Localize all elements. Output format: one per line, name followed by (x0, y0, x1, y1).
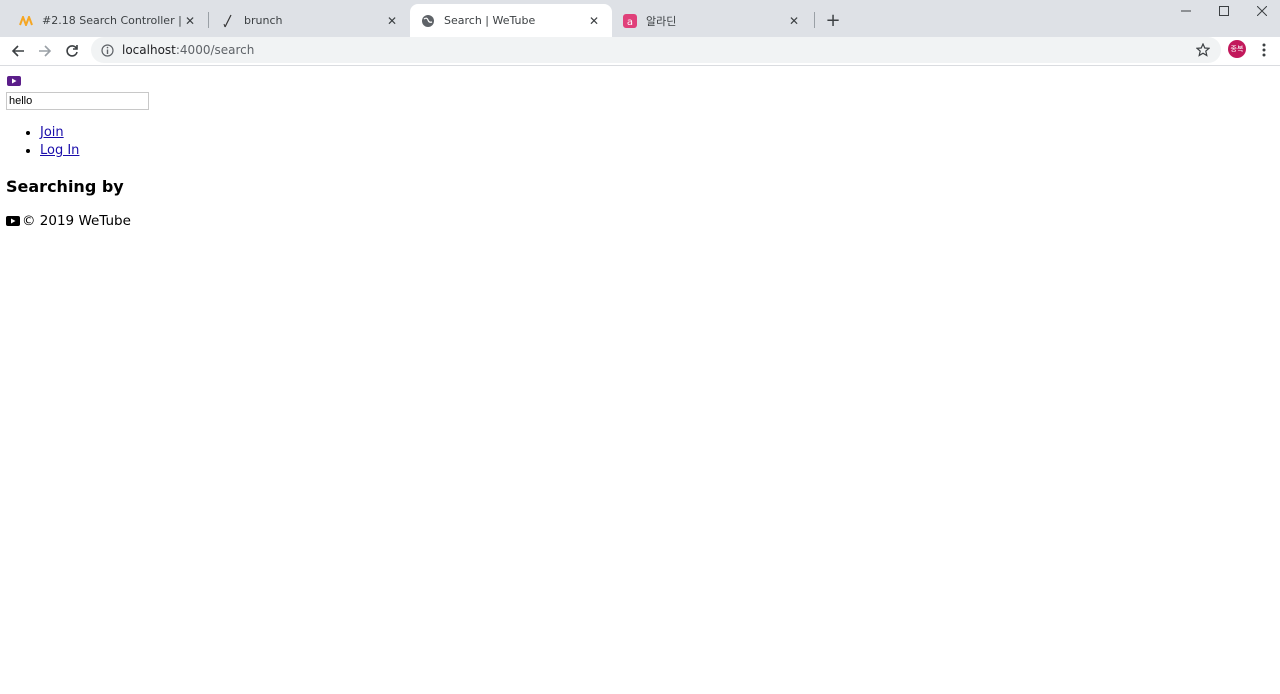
footer: © 2019 WeTube (6, 213, 131, 229)
youtube-icon (6, 216, 20, 226)
url-host: localhost (122, 43, 176, 57)
close-icon[interactable]: ✕ (182, 13, 198, 29)
address-bar[interactable]: localhost:4000/search (91, 37, 1221, 63)
forward-arrow-icon[interactable] (33, 39, 57, 63)
tab-title: Search | WeTube (444, 14, 536, 27)
page-content: Join Log In Searching by © 2019 WeTube (0, 66, 1280, 694)
brunch-pen-icon (220, 13, 236, 29)
svg-text:a: a (627, 17, 633, 28)
nav-list: Join Log In (0, 124, 79, 160)
kebab-menu-icon[interactable] (1256, 40, 1272, 60)
profile-avatar[interactable]: 종복 (1228, 40, 1246, 58)
page-heading: Searching by (6, 177, 124, 196)
back-arrow-icon[interactable] (6, 39, 30, 63)
search-input[interactable] (6, 92, 149, 110)
wetube-logo-icon[interactable] (7, 76, 21, 86)
tab-aladin[interactable]: a 알라딘 ✕ (612, 4, 812, 37)
nav-item-login: Log In (40, 142, 79, 160)
login-link[interactable]: Log In (40, 143, 79, 158)
window-close-icon[interactable] (1242, 0, 1280, 22)
close-icon[interactable]: ✕ (384, 13, 400, 29)
nomad-logo-icon (18, 13, 34, 29)
url-text: localhost:4000/search (122, 43, 254, 57)
close-icon[interactable]: ✕ (786, 13, 802, 29)
browser-toolbar: localhost:4000/search 종복 (0, 37, 1280, 66)
close-icon[interactable]: ✕ (586, 13, 602, 29)
info-icon[interactable] (100, 43, 114, 57)
tab-brunch[interactable]: brunch ✕ (210, 4, 410, 37)
tab-strip: #2.18 Search Controller | Noma ✕ brunch … (0, 0, 1280, 37)
maximize-icon[interactable] (1204, 0, 1244, 22)
join-link[interactable]: Join (40, 125, 64, 140)
nav-item-join: Join (40, 124, 79, 142)
tab-title: #2.18 Search Controller | Noma (42, 14, 182, 27)
tab-separator (814, 12, 815, 28)
tab-nomad[interactable]: #2.18 Search Controller | Noma ✕ (8, 4, 208, 37)
tab-wetube[interactable]: Search | WeTube ✕ (410, 4, 612, 37)
reload-icon[interactable] (60, 39, 84, 63)
footer-text: © 2019 WeTube (22, 213, 131, 229)
new-tab-plus-icon[interactable]: + (822, 9, 844, 31)
tab-separator (208, 12, 209, 28)
url-path: :4000/search (175, 43, 255, 57)
globe-icon (420, 13, 436, 29)
bookmark-star-icon[interactable] (1195, 42, 1211, 58)
tab-title: 알라딘 (646, 14, 677, 28)
aladin-logo-icon: a (622, 13, 638, 29)
minimize-icon[interactable] (1166, 0, 1206, 22)
tab-title: brunch (244, 14, 283, 27)
